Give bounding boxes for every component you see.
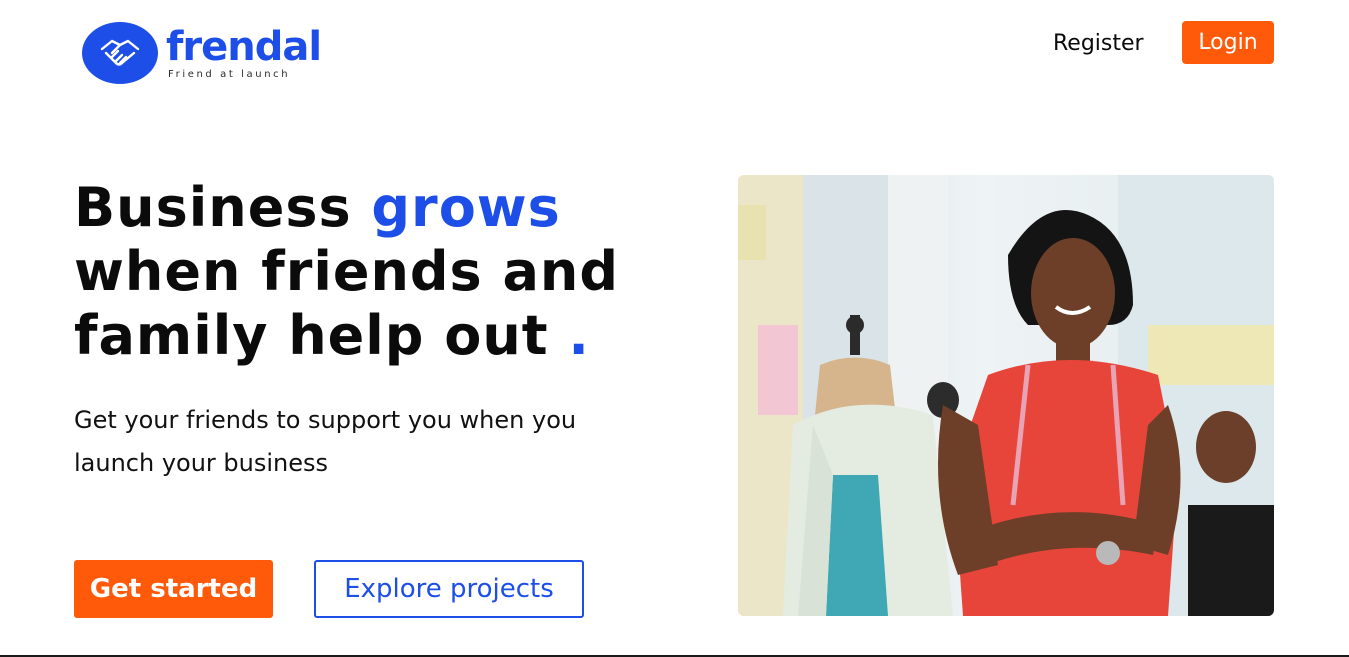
get-started-button[interactable]: Get started (74, 560, 273, 618)
register-link[interactable]: Register (1053, 28, 1144, 60)
headline-part1: Business (74, 176, 372, 239)
hero-headline: Business grows when friends and family h… (74, 176, 734, 368)
landing-page: frendal Friend at launch Register Login … (0, 0, 1349, 657)
brand-name: frendal (166, 23, 322, 70)
brand-text: frendal Friend at launch (166, 23, 322, 80)
headline-part2: when friends and family help out (74, 240, 620, 367)
brand-logo[interactable]: frendal Friend at launch (82, 22, 322, 84)
explore-projects-button[interactable]: Explore projects (314, 560, 584, 618)
handshake-icon (82, 22, 158, 84)
headline-accent: grows (371, 176, 561, 239)
hero-subtext: Get your friends to support you when you… (74, 406, 577, 477)
hero-photo (738, 175, 1274, 616)
brand-tagline: Friend at launch (168, 68, 291, 80)
login-button[interactable]: Login (1182, 21, 1274, 64)
headline-dot: . (568, 304, 590, 367)
